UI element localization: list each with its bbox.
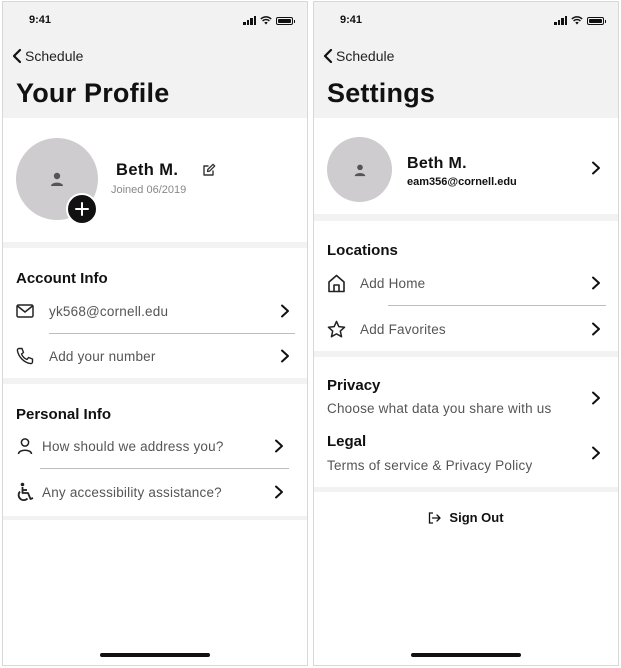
chevron-right-icon [592, 446, 600, 460]
profile-screen: 9:41 Schedule Your Profile Beth M. Joine… [2, 1, 308, 666]
user-email: eam356@cornell.edu [407, 176, 517, 188]
page-title: Your Profile [16, 78, 170, 108]
divider [40, 468, 289, 469]
legal-row[interactable]: Legal Terms of service & Privacy Policy [314, 423, 618, 479]
chevron-right-icon [281, 349, 289, 363]
avatar [327, 137, 392, 202]
signal-icon [243, 16, 256, 25]
add-favorites-row[interactable]: Add Favorites [314, 312, 618, 346]
status-icons [243, 16, 295, 25]
home-indicator [100, 653, 210, 657]
star-icon [326, 319, 346, 339]
sign-out-button[interactable]: Sign Out [314, 510, 618, 525]
legal-title: Legal [327, 433, 367, 450]
back-button[interactable]: Schedule [11, 48, 83, 64]
personal-info-card: Personal Info How should we address you?… [3, 384, 307, 516]
chevron-right-icon [275, 439, 283, 453]
locations-card: Locations Add Home Add Favorites [314, 221, 618, 351]
email-value: yk568@cornell.edu [49, 303, 169, 319]
back-label: Schedule [25, 48, 84, 64]
edit-icon [203, 163, 216, 176]
battery-icon [587, 16, 606, 25]
privacy-row[interactable]: Privacy Choose what data you share with … [314, 367, 618, 423]
personal-info-title: Personal Info [16, 406, 112, 423]
phone-row[interactable]: Add your number [3, 339, 307, 373]
add-photo-button[interactable] [66, 193, 98, 225]
status-time: 9:41 [29, 14, 52, 26]
account-info-card: Account Info yk568@cornell.edu Add your … [3, 248, 307, 378]
person-placeholder-icon [51, 172, 63, 186]
accessibility-row[interactable]: Any accessibility assistance? [3, 475, 307, 509]
joined-date: Joined 06/2019 [111, 184, 187, 196]
back-button[interactable]: Schedule [322, 48, 394, 64]
address-row[interactable]: How should we address you? [3, 429, 307, 463]
status-time: 9:41 [340, 14, 363, 26]
legal-subtitle: Terms of service & Privacy Policy [327, 458, 533, 473]
home-indicator [411, 653, 521, 657]
signal-icon [554, 16, 567, 25]
add-home-label: Add Home [360, 275, 426, 291]
wheelchair-icon [15, 482, 35, 502]
divider [388, 305, 606, 306]
email-row[interactable]: yk568@cornell.edu [3, 294, 307, 328]
sign-out-label: Sign Out [449, 510, 504, 525]
person-icon [15, 436, 35, 456]
privacy-subtitle: Choose what data you share with us [327, 401, 552, 416]
privacy-legal-card: Privacy Choose what data you share with … [314, 357, 618, 487]
user-name: Beth M. [116, 161, 179, 179]
edit-name-button[interactable] [202, 163, 216, 182]
chevron-left-icon [12, 48, 22, 64]
phone-icon [15, 346, 35, 366]
back-label: Schedule [336, 48, 395, 64]
chevron-right-icon [592, 391, 600, 405]
wifi-icon [571, 16, 583, 25]
chevron-right-icon [592, 161, 600, 175]
status-icons [554, 16, 606, 25]
address-prompt: How should we address you? [42, 438, 224, 454]
settings-screen: 9:41 Schedule Settings Beth M. eam356@co… [313, 1, 619, 666]
wifi-icon [260, 16, 272, 25]
add-home-row[interactable]: Add Home [314, 266, 618, 300]
privacy-title: Privacy [327, 377, 381, 394]
chevron-right-icon [281, 304, 289, 318]
plus-icon [75, 202, 89, 216]
empty-area [3, 520, 307, 665]
phone-placeholder: Add your number [49, 348, 156, 364]
status-bar: 9:41 [3, 14, 307, 30]
page-title: Settings [327, 78, 436, 108]
user-card[interactable]: Beth M. eam356@cornell.edu [314, 118, 618, 214]
accessibility-prompt: Any accessibility assistance? [42, 484, 222, 500]
chevron-right-icon [592, 322, 600, 336]
add-favorites-label: Add Favorites [360, 321, 446, 337]
chevron-right-icon [592, 276, 600, 290]
chevron-right-icon [275, 485, 283, 499]
mail-icon [15, 301, 35, 321]
divider [49, 333, 295, 334]
battery-icon [276, 16, 295, 25]
user-card: Beth M. Joined 06/2019 [3, 118, 307, 242]
user-name: Beth M. [407, 155, 467, 172]
sign-out-icon [429, 511, 442, 524]
locations-title: Locations [327, 242, 398, 259]
account-info-title: Account Info [16, 270, 108, 287]
person-placeholder-icon [354, 164, 365, 176]
chevron-left-icon [323, 48, 333, 64]
status-bar: 9:41 [314, 14, 618, 30]
home-icon [326, 273, 346, 293]
